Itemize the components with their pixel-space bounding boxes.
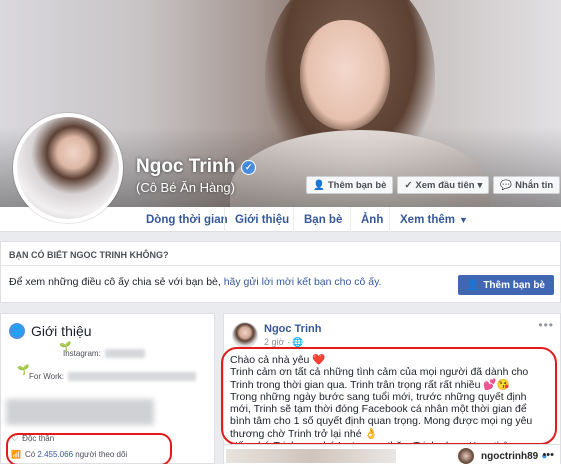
instagram-username-row: ngoctrinh89 ● [481,451,547,462]
profile-name[interactable]: Ngoc Trinh [136,156,235,178]
post-timestamp[interactable]: 2 giờ [264,337,284,347]
add-friend-primary-button[interactable]: 👤 Thêm bạn bè [457,275,554,295]
post-options-icon[interactable]: ••• [538,318,554,332]
suggestion-header: BẠN CÓ BIẾT NGOC TRINH KHÔNG? [1,242,560,266]
embedded-instagram-post: ngoctrinh89 ● ••• [223,444,561,464]
add-friend-primary-label: Thêm bạn bè [483,279,545,291]
tab-more[interactable]: Xem thêm ▼ [389,207,478,232]
instagram-handle-blurred [104,349,145,358]
intro-instagram: 🌱 Instagram: [59,342,145,358]
post-author-avatar[interactable] [232,322,258,348]
blurred-info [6,399,154,425]
highlight-oval-followers [6,433,172,464]
add-friend-button[interactable]: 👤 Thêm bạn bè [306,176,394,194]
check-icon: ✓ [404,179,413,191]
verified-check-icon: ✓ [241,159,257,175]
add-person-icon: 👤 [313,179,325,191]
chevron-down-icon: ▾ [477,179,483,191]
add-friend-label: Thêm bạn bè [327,179,387,191]
post-author-name[interactable]: Ngoc Trinh [264,323,321,335]
friend-suggestion-box: BẠN CÓ BIẾT NGOC TRINH KHÔNG? Để xem nhữ… [0,241,561,303]
instagram-avatar [458,448,474,464]
profile-nickname: (Cô Bé Ăn Hàng) [136,180,235,195]
profile-name-row: Ngoc Trinh ✓ [136,156,257,178]
tab-about[interactable]: Giới thiệu [224,207,299,232]
instagram-image-strip [226,449,396,463]
tab-more-label: Xem thêm [400,213,455,226]
profile-actions: 👤 Thêm bạn bè ✓ Xem đầu tiên ▾ 💬 Nhắn ti… [306,176,561,194]
instagram-username[interactable]: ngoctrinh89 [481,451,538,462]
cover-face-shape [300,20,390,130]
public-globe-icon: · 🌐 [286,337,304,347]
work-detail-blurred [67,372,196,381]
add-person-icon: 👤 [466,279,480,291]
send-request-link[interactable]: hãy gửi lời mời kết bạn cho cô ấy. [224,276,382,288]
globe-icon: 🌐 [9,323,25,339]
messenger-icon: 💬 [500,179,513,191]
avatar-image [17,117,119,219]
caret-down-icon: ▼ [458,214,468,225]
intro-title-text: Giới thiệu [31,323,92,339]
sprout-icon: 🌱 [59,342,72,353]
highlight-oval-post [221,347,557,445]
message-button[interactable]: 💬 Nhắn tin [493,176,561,194]
profile-avatar[interactable] [13,113,123,223]
tab-photos[interactable]: Ảnh [350,207,393,232]
message-label: Nhắn tin [515,179,554,191]
follow-label: Xem đầu tiên [415,179,475,191]
tab-timeline[interactable]: Dòng thời gian [136,207,238,232]
tab-friends[interactable]: Bạn bè [293,207,352,232]
intro-title: 🌐 Giới thiệu [9,323,92,339]
follow-button[interactable]: ✓ Xem đầu tiên ▾ [397,176,490,194]
intro-work: 🌱 For Work: [17,365,196,381]
instagram-more-icon[interactable]: ••• [542,449,554,461]
work-label: For Work: [29,372,64,381]
sprout-icon: 🌱 [17,365,30,376]
suggestion-body: Để xem những điều cô ấy chia sẻ với bạn … [9,276,224,288]
